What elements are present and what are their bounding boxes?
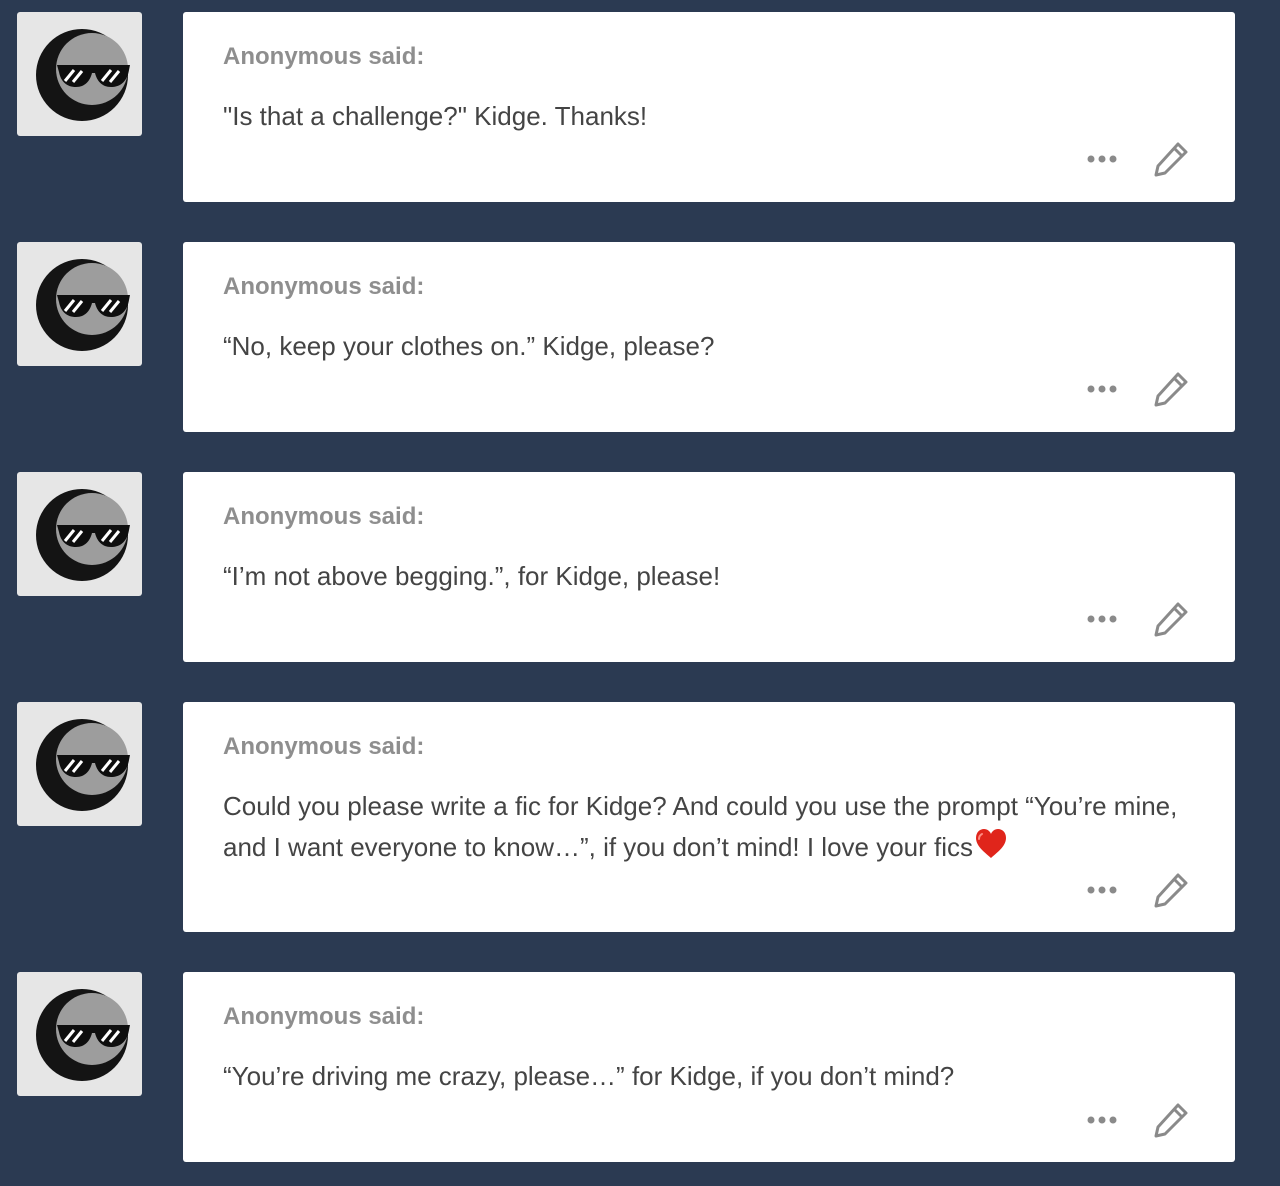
avatar[interactable] [17, 702, 142, 826]
avatar[interactable] [17, 242, 142, 366]
question-text: “I’m not above begging.”, for Kidge, ple… [223, 561, 721, 591]
more-options-button[interactable] [1083, 1110, 1123, 1130]
question-text: "Is that a challenge?" Kidge. Thanks! [223, 101, 648, 131]
more-options-icon [1087, 886, 1117, 894]
pencil-edit-icon [1154, 602, 1188, 637]
edit-button[interactable] [1151, 870, 1191, 910]
ask-card: Anonymous said: “You’re driving me crazy… [183, 972, 1235, 1162]
pencil-edit-icon [1154, 372, 1188, 407]
more-options-icon [1087, 1116, 1117, 1124]
sunglasses-moon-avatar-icon [36, 989, 130, 1081]
sunglasses-moon-avatar-icon [36, 29, 130, 121]
ask-card: Anonymous said: Could you please write a… [183, 702, 1235, 932]
ask-card: Anonymous said: "Is that a challenge?" K… [183, 12, 1235, 202]
asker-name[interactable]: Anonymous said: [223, 502, 424, 532]
edit-button[interactable] [1151, 599, 1191, 639]
more-options-button[interactable] [1083, 880, 1123, 900]
more-options-icon [1087, 155, 1117, 163]
more-options-button[interactable] [1083, 609, 1123, 629]
question-text: “You’re driving me crazy, please…” for K… [223, 1061, 955, 1091]
sunglasses-moon-avatar-icon [36, 719, 130, 811]
more-options-icon [1087, 615, 1117, 623]
more-options-button[interactable] [1083, 149, 1123, 169]
question-text: “No, keep your clothes on.” Kidge, pleas… [223, 331, 715, 361]
edit-button[interactable] [1151, 139, 1191, 179]
question-text: Could you please write a fic for Kidge? … [223, 786, 1203, 868]
sunglasses-moon-avatar-icon [36, 489, 130, 581]
ask-card: Anonymous said: “I’m not above begging.”… [183, 472, 1235, 662]
pencil-edit-icon [1154, 142, 1188, 177]
pencil-edit-icon [1154, 873, 1188, 908]
avatar[interactable] [17, 12, 142, 136]
asker-name[interactable]: Anonymous said: [223, 732, 424, 762]
edit-button[interactable] [1151, 1100, 1191, 1140]
question-text-content: Could you please write a fic for Kidge? … [223, 791, 1178, 862]
more-options-icon [1087, 385, 1117, 393]
edit-button[interactable] [1151, 369, 1191, 409]
red-heart-icon [976, 829, 1007, 858]
asker-name[interactable]: Anonymous said: [223, 42, 424, 72]
avatar[interactable] [17, 472, 142, 596]
sunglasses-moon-avatar-icon [36, 259, 130, 351]
asker-name[interactable]: Anonymous said: [223, 1002, 424, 1032]
asker-name[interactable]: Anonymous said: [223, 272, 424, 302]
avatar[interactable] [17, 972, 142, 1096]
more-options-button[interactable] [1083, 379, 1123, 399]
pencil-edit-icon [1154, 1103, 1188, 1138]
ask-card: Anonymous said: “No, keep your clothes o… [183, 242, 1235, 432]
